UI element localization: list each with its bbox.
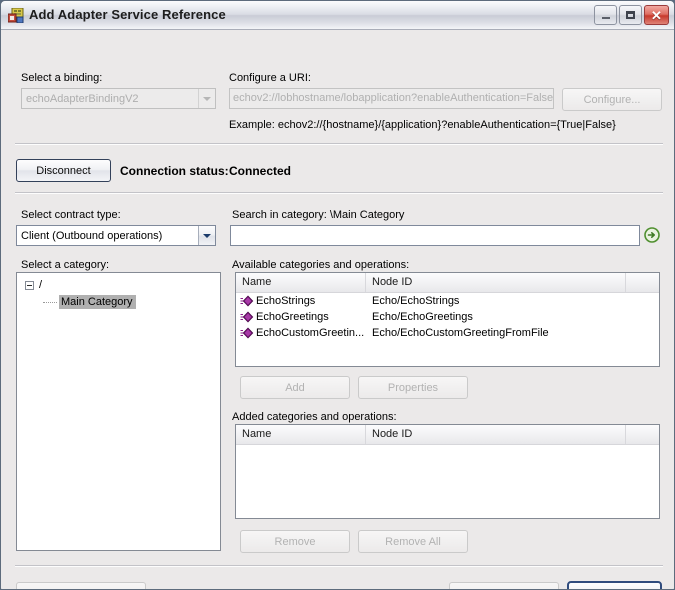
tree-node-root[interactable]: / — [25, 279, 42, 291]
add-adapter-service-reference-dialog: Add Adapter Service Reference ✕ Select a… — [0, 0, 675, 590]
tree-connector-icon — [43, 301, 57, 303]
divider-footer — [15, 565, 663, 567]
binding-value: echoAdapterBindingV2 — [26, 92, 139, 105]
row-name-cell: EchoCustomGreetin... — [236, 327, 366, 339]
operation-diamond-icon — [240, 311, 254, 323]
uri-label: Configure a URI: — [229, 72, 311, 84]
connection-status-label: Connection status: — [120, 164, 229, 178]
title-bar[interactable]: Add Adapter Service Reference ✕ — [1, 1, 674, 30]
window-controls: ✕ — [594, 5, 669, 25]
available-list-header: Name Node ID — [236, 273, 659, 293]
properties-button[interactable]: Properties — [358, 376, 468, 399]
chevron-down-icon[interactable] — [198, 89, 215, 108]
column-header-name[interactable]: Name — [236, 273, 366, 292]
category-tree[interactable]: / Main Category — [16, 272, 221, 551]
table-row[interactable]: EchoCustomGreetin... Echo/EchoCustomGree… — [236, 325, 659, 341]
dialog-body: Select a binding: echoAdapterBindingV2 C… — [1, 30, 674, 589]
tree-root-label: / — [39, 279, 43, 291]
add-button[interactable]: Add — [240, 376, 350, 399]
close-button[interactable]: ✕ — [644, 5, 669, 25]
remove-all-button[interactable]: Remove All — [358, 530, 468, 553]
contract-type-combo[interactable]: Client (Outbound operations) — [16, 225, 216, 246]
uri-example-label: Example: echov2://{hostname}/{applicatio… — [229, 119, 616, 131]
maximize-icon — [620, 6, 641, 24]
contract-type-label: Select contract type: — [21, 209, 121, 221]
available-list-body: EchoStrings Echo/EchoStrings EchoGreetin… — [236, 293, 659, 341]
operation-diamond-icon — [240, 295, 254, 307]
collapse-icon[interactable] — [25, 280, 34, 290]
close-icon: ✕ — [651, 7, 662, 23]
remove-button[interactable]: Remove — [240, 530, 350, 553]
search-input[interactable] — [230, 225, 640, 246]
row-name-text: EchoCustomGreetin... — [256, 327, 365, 339]
row-node-id: Echo/EchoCustomGreetingFromFile — [372, 327, 549, 339]
operation-diamond-icon — [240, 327, 254, 339]
maximize-button[interactable] — [619, 5, 642, 25]
column-header-extra[interactable] — [626, 425, 659, 444]
divider-connection — [15, 192, 663, 194]
advanced-options-button[interactable]: Advanced options — [16, 582, 146, 589]
row-name-text: EchoStrings — [256, 295, 316, 307]
connection-status-value: Connected — [229, 164, 292, 178]
added-operations-label: Added categories and operations: — [232, 411, 397, 423]
binding-combo[interactable]: echoAdapterBindingV2 — [21, 88, 216, 109]
uri-input[interactable]: echov2://lobhostname/lobapplication?enab… — [229, 88, 554, 109]
added-list-header: Name Node ID — [236, 425, 659, 445]
column-header-name[interactable]: Name — [236, 425, 366, 444]
tree-node-label: Main Category — [59, 295, 136, 309]
contract-type-value: Client (Outbound operations) — [21, 229, 163, 242]
divider-top — [15, 143, 663, 145]
row-name-cell: EchoStrings — [236, 295, 366, 307]
select-category-label: Select a category: — [21, 259, 110, 271]
cancel-button[interactable]: Cancel — [567, 581, 662, 589]
row-node-id: Echo/EchoGreetings — [372, 311, 473, 323]
row-name-cell: EchoGreetings — [236, 311, 366, 323]
configure-button[interactable]: Configure... — [562, 88, 662, 111]
search-category-label: Search in category: \Main Category — [232, 209, 405, 221]
minimize-icon — [595, 6, 616, 24]
chevron-down-icon[interactable] — [198, 226, 215, 245]
column-header-node-id[interactable]: Node ID — [366, 273, 626, 292]
available-operations-list[interactable]: Name Node ID EchoStrings Echo/EchoString… — [235, 272, 660, 367]
table-row[interactable]: EchoGreetings Echo/EchoGreetings — [236, 309, 659, 325]
table-row[interactable]: EchoStrings Echo/EchoStrings — [236, 293, 659, 309]
row-name-text: EchoGreetings — [256, 311, 329, 323]
row-node-id: Echo/EchoStrings — [372, 295, 460, 307]
tree-node-main-category[interactable]: Main Category — [43, 295, 136, 309]
adapter-app-icon — [8, 8, 24, 23]
green-go-arrow-icon[interactable] — [644, 227, 660, 243]
available-operations-label: Available categories and operations: — [232, 259, 410, 271]
disconnect-button[interactable]: Disconnect — [16, 159, 111, 182]
window-title: Add Adapter Service Reference — [29, 7, 226, 22]
column-header-node-id[interactable]: Node ID — [366, 425, 626, 444]
binding-label: Select a binding: — [21, 72, 103, 84]
minimize-button[interactable] — [594, 5, 617, 25]
added-operations-list[interactable]: Name Node ID — [235, 424, 660, 519]
column-header-extra[interactable] — [626, 273, 659, 292]
ok-button[interactable]: OK — [449, 582, 559, 589]
